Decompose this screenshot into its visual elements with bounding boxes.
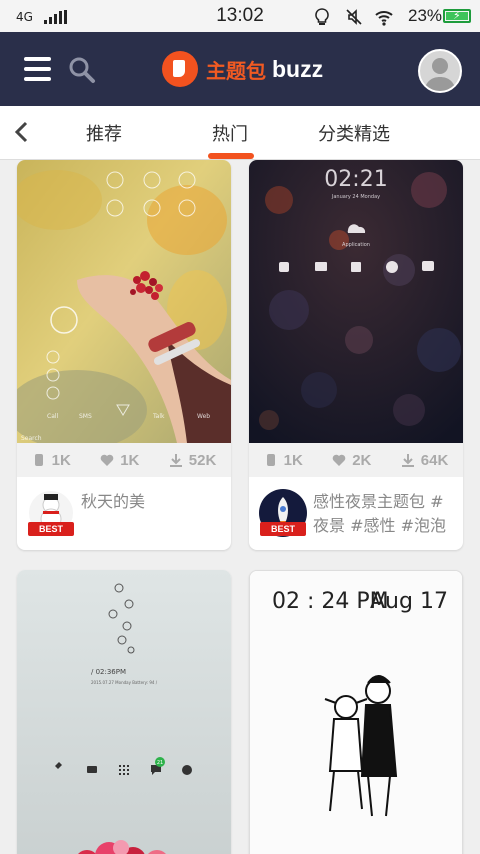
tab-recommended[interactable]: 推荐 <box>86 120 122 146</box>
heart-icon <box>100 454 114 466</box>
preview-search-text: Search <box>21 435 42 442</box>
wifi-icon <box>375 11 393 26</box>
preview-date: January 24 Monday <box>331 194 380 200</box>
phone-theme-icon <box>34 454 43 466</box>
dock-label-call: Call <box>47 413 59 420</box>
stat-value: 2K <box>352 451 372 469</box>
stat-value: 64K <box>420 451 449 469</box>
theme-preview[interactable]: Call SMS Talk Web Search <box>17 160 231 443</box>
theme-description[interactable]: 秋天的美 <box>81 490 145 514</box>
menu-icon[interactable] <box>24 57 51 82</box>
preview-clock: 02:21 <box>324 167 387 192</box>
bulb-icon <box>315 8 329 25</box>
description-line-1: 感性夜景主题包 # <box>313 492 444 511</box>
preview-date: Aug 17 <box>370 589 448 614</box>
theme-feed[interactable]: Call SMS Talk Web Search 1K 1K 52K BEST … <box>0 160 480 854</box>
status-bar: 4G 13:02 23% ⚡ <box>0 0 480 32</box>
stat-value: 1K <box>51 451 71 469</box>
couple-sketch-preview-image: 02 : 24 PM Aug 17 <box>250 571 462 854</box>
floral-minimal-preview-image: / 02:36PM 2015.07.27 Monday Battery: 94 … <box>17 570 231 854</box>
theme-description[interactable]: 感性夜景主题包 # 夜景 #感性 #泡泡 <box>313 490 446 538</box>
back-chevron-icon[interactable] <box>12 120 32 144</box>
search-icon[interactable] <box>68 56 96 84</box>
heart-icon <box>332 454 346 466</box>
preview-notif-count: 21 <box>157 760 163 766</box>
dock-label-sms: SMS <box>79 413 92 420</box>
preview-weather-label: Application <box>342 242 370 248</box>
phone-theme-icon <box>266 454 275 466</box>
active-tab-indicator <box>208 153 254 159</box>
theme-card[interactable]: 02 : 24 PM Aug 17 <box>249 570 463 854</box>
stat-value: 1K <box>120 451 140 469</box>
stat-value: 52K <box>188 451 217 469</box>
stat-likes[interactable]: 1K <box>100 452 139 469</box>
app-bar: 主题包 buzz <box>0 32 480 106</box>
battery-percent: 23% <box>408 6 443 25</box>
tab-hot[interactable]: 热门 <box>212 120 248 146</box>
theme-preview[interactable]: / 02:36PM 2015.07.27 Monday Battery: 94 … <box>17 570 231 854</box>
logo-mark-icon <box>162 51 198 87</box>
dock-label-web: Web <box>197 413 210 420</box>
stat-value: 1K <box>283 451 303 469</box>
best-badge: BEST <box>260 522 306 536</box>
app-logo: 主题包 buzz <box>162 50 323 88</box>
theme-preview[interactable]: 02 : 24 PM Aug 17 <box>250 571 462 854</box>
download-icon <box>169 454 182 467</box>
stat-downloads: 52K <box>169 451 217 469</box>
theme-stats: 1K 2K 64K <box>249 443 463 477</box>
user-silhouette-icon <box>424 58 456 91</box>
preview-date-line: 2015.07.27 Monday Battery: 94 / <box>91 680 158 685</box>
brand-name: 主题包 <box>206 58 266 83</box>
autumn-hand-preview-image: Call SMS Talk Web Search <box>17 160 231 443</box>
brand-suffix: buzz <box>272 55 324 82</box>
tab-bar: 推荐 热门 分类精选 <box>0 106 480 160</box>
battery-icon: ⚡ <box>443 9 471 23</box>
download-icon <box>401 454 414 467</box>
stat-comments: 1K <box>32 452 71 469</box>
user-avatar[interactable] <box>418 49 462 93</box>
theme-card[interactable]: 02:21 January 24 Monday Application 1K 2… <box>249 160 463 550</box>
mute-icon <box>346 9 362 25</box>
stat-likes[interactable]: 2K <box>332 452 371 469</box>
description-line-2: 夜景 #感性 #泡泡 <box>313 516 446 535</box>
stat-comments: 1K <box>264 452 303 469</box>
preview-time: / 02:36PM <box>91 668 126 676</box>
theme-card[interactable]: Call SMS Talk Web Search 1K 1K 52K BEST … <box>17 160 231 550</box>
stat-downloads: 64K <box>401 451 449 469</box>
theme-preview[interactable]: 02:21 January 24 Monday Application <box>249 160 463 443</box>
dock-label-talk: Talk <box>152 413 165 420</box>
night-bokeh-preview-image: 02:21 January 24 Monday Application <box>249 160 463 443</box>
best-badge: BEST <box>28 522 74 536</box>
theme-stats: 1K 1K 52K <box>17 443 231 477</box>
tab-categories[interactable]: 分类精选 <box>318 120 390 146</box>
theme-card[interactable]: / 02:36PM 2015.07.27 Monday Battery: 94 … <box>17 570 231 854</box>
